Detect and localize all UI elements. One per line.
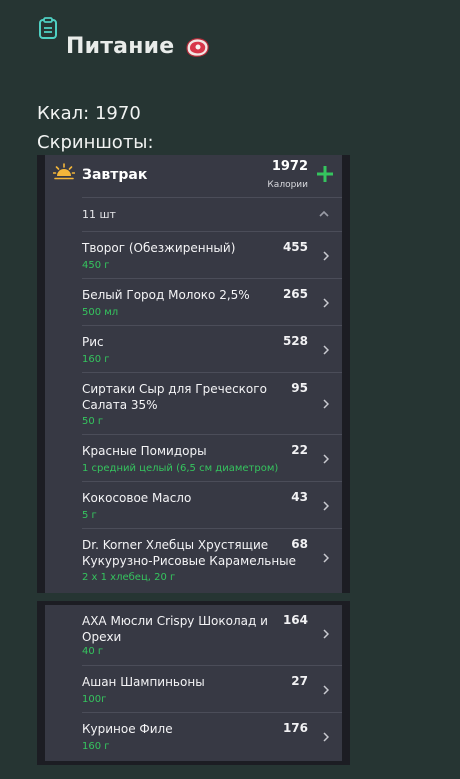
add-icon[interactable] — [316, 165, 334, 183]
food-item[interactable]: AXA Мюсли Crispy Шоколад и Орехи 40 г 16… — [82, 605, 342, 665]
chevron-right-icon[interactable] — [323, 629, 329, 639]
food-amount: 5 г — [82, 510, 97, 521]
food-amount: 100г — [82, 694, 107, 705]
food-item[interactable]: Белый Город Молоко 2,5% 500 мл 265 — [82, 278, 342, 326]
food-item[interactable]: Сиртаки Сыр для Греческого Салата 35% 50… — [82, 372, 342, 435]
meal-calories-label: Калории — [267, 180, 308, 190]
item-count-row[interactable]: 11 шт — [82, 197, 342, 232]
food-name: Сиртаки Сыр для Греческого Салата 35% — [82, 382, 267, 412]
clipboard-icon — [39, 17, 57, 39]
item-count: 11 шт — [82, 208, 116, 221]
food-item[interactable]: Рис 160 г 528 — [82, 325, 342, 373]
food-name: Красные Помидоры — [82, 444, 207, 458]
food-item[interactable]: Dr. Korner Хлебцы Хрустящие Кукурузно-Ри… — [82, 528, 342, 593]
food-name: Рис — [82, 335, 104, 349]
food-name: Кокосовое Масло — [82, 491, 192, 505]
screenshots-label: Скриншоты: — [37, 132, 154, 153]
food-amount: 160 г — [82, 741, 110, 752]
chevron-up-icon[interactable] — [319, 210, 329, 217]
food-name: Куриное Филе — [82, 722, 173, 736]
page-title-text: Питание — [66, 34, 175, 59]
chevron-right-icon[interactable] — [323, 732, 329, 742]
food-name: AXA Мюсли Crispy Шоколад и Орехи — [82, 614, 268, 644]
chevron-right-icon[interactable] — [323, 685, 329, 695]
meal-card: Завтрак 1972 Калории 11 шт Творог (Обезж… — [45, 155, 342, 593]
chevron-right-icon[interactable] — [323, 251, 329, 261]
chevron-right-icon[interactable] — [323, 501, 329, 511]
food-kcal: 265 — [282, 287, 308, 301]
sun-icon — [53, 163, 75, 180]
chevron-right-icon[interactable] — [323, 345, 329, 355]
food-item[interactable]: Красные Помидоры 1 средний целый (6,5 см… — [82, 434, 342, 482]
chevron-right-icon[interactable] — [323, 399, 329, 409]
food-kcal: 43 — [291, 490, 308, 504]
meal-card-continued: AXA Мюсли Crispy Шоколад и Орехи 40 г 16… — [45, 605, 342, 761]
screenshot-1: Завтрак 1972 Калории 11 шт Творог (Обезж… — [37, 155, 350, 593]
kcal-total: Ккал: 1970 — [37, 103, 141, 124]
food-kcal: 455 — [282, 240, 308, 254]
screenshot-2: AXA Мюсли Crispy Шоколад и Орехи 40 г 16… — [37, 601, 350, 765]
meal-header[interactable]: Завтрак 1972 Калории — [45, 155, 342, 197]
chevron-right-icon[interactable] — [323, 298, 329, 308]
food-kcal: 22 — [291, 443, 308, 457]
food-name: Белый Город Молоко 2,5% — [82, 288, 250, 302]
chevron-right-icon[interactable] — [323, 553, 329, 563]
food-amount: 40 г — [82, 646, 104, 657]
food-kcal: 176 — [282, 721, 308, 735]
food-amount: 2 x 1 хлебец, 20 г — [82, 572, 176, 583]
food-item[interactable]: Куриное Филе 160 г 176 — [82, 712, 342, 762]
food-name: Dr. Korner Хлебцы Хрустящие Кукурузно-Ри… — [82, 538, 297, 568]
food-item[interactable]: Творог (Обезжиренный) 450 г 455 — [82, 231, 342, 279]
page-title: Питание — [66, 34, 210, 59]
food-kcal: 68 — [291, 537, 308, 551]
meal-title: Завтрак — [82, 167, 148, 183]
food-name: Творог (Обезжиренный) — [82, 241, 236, 255]
food-amount: 50 г — [82, 416, 104, 427]
food-kcal: 528 — [282, 334, 308, 348]
food-amount: 1 средний целый (6,5 см диаметром) — [82, 463, 279, 474]
food-kcal: 27 — [291, 674, 308, 688]
food-kcal: 164 — [282, 613, 308, 627]
food-amount: 450 г — [82, 260, 110, 271]
meal-calories: 1972 — [271, 159, 308, 174]
food-name: Ашан Шампиньоны — [82, 675, 205, 689]
food-item[interactable]: Ашан Шампиньоны 100г 27 — [82, 665, 342, 713]
food-amount: 160 г — [82, 354, 110, 365]
food-item[interactable]: Кокосовое Масло 5 г 43 — [82, 481, 342, 529]
food-amount: 500 мл — [82, 307, 119, 318]
meat-icon — [186, 37, 210, 57]
chevron-right-icon[interactable] — [323, 454, 329, 464]
food-kcal: 95 — [291, 381, 308, 395]
